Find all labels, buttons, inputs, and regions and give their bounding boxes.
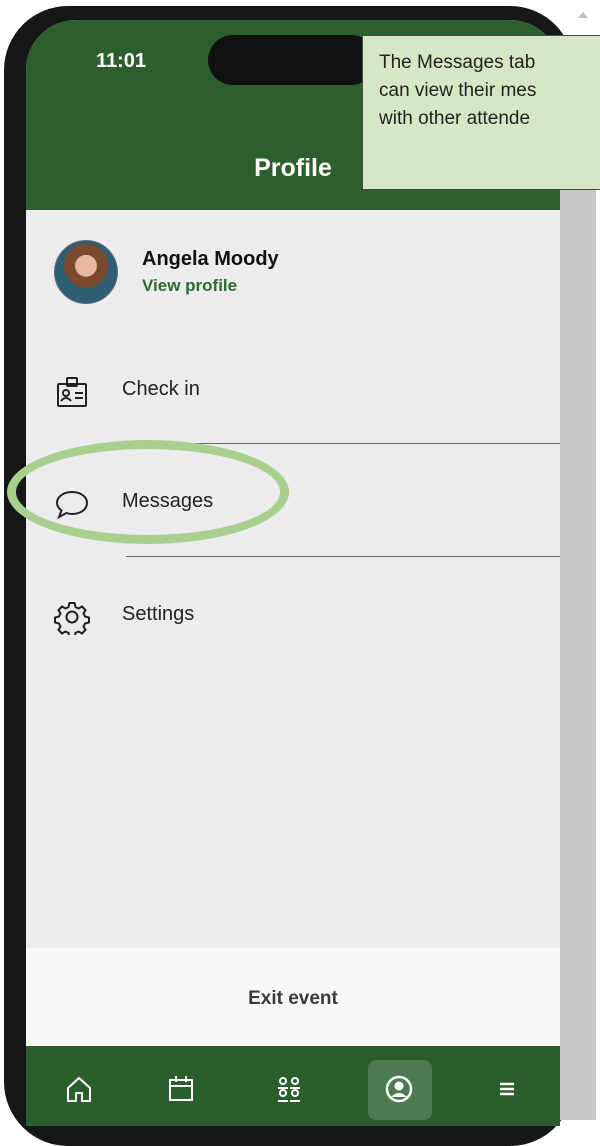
- profile-name: Angela Moody: [142, 248, 279, 270]
- menu-icon: [500, 1082, 514, 1096]
- menu-item-label: Settings: [122, 603, 195, 625]
- callout-line: The Messages tab: [379, 52, 536, 73]
- exit-event-bar[interactable]: Exit event: [26, 948, 560, 1048]
- home-icon: [67, 1076, 91, 1102]
- divider: [126, 556, 560, 557]
- callout-line: can view their mes: [379, 80, 537, 101]
- annotation-callout: The Messages tab can view their mes with…: [362, 35, 600, 190]
- people-icon: [278, 1077, 300, 1102]
- badge-icon: [54, 374, 90, 410]
- profile-icon: [385, 1075, 413, 1103]
- scroll-up-arrow-icon[interactable]: [578, 12, 588, 18]
- exit-event-button[interactable]: Exit event: [26, 988, 560, 1010]
- view-profile-link[interactable]: View profile: [142, 276, 237, 296]
- messages-highlight-ring: [7, 440, 289, 544]
- profile-summary[interactable]: Angela Moody View profile: [54, 240, 554, 304]
- tab-profile[interactable]: [368, 1060, 432, 1120]
- menu-item-check-in[interactable]: Check in: [26, 360, 560, 420]
- tab-schedule[interactable]: [150, 1060, 214, 1120]
- tab-more[interactable]: [476, 1060, 540, 1120]
- dynamic-island: [208, 35, 376, 85]
- calendar-icon: [169, 1076, 193, 1101]
- tab-attendees[interactable]: [258, 1060, 322, 1120]
- menu-item-label: Check in: [122, 378, 200, 400]
- side-panel: [560, 190, 596, 1120]
- gear-icon: [54, 599, 90, 638]
- tab-home[interactable]: [48, 1060, 112, 1120]
- menu-item-settings[interactable]: Settings: [26, 585, 560, 645]
- callout-line: with other attende: [379, 108, 531, 129]
- status-time: 11:01: [96, 50, 147, 72]
- bottom-tab-bar: [26, 1046, 560, 1126]
- avatar[interactable]: [54, 240, 118, 304]
